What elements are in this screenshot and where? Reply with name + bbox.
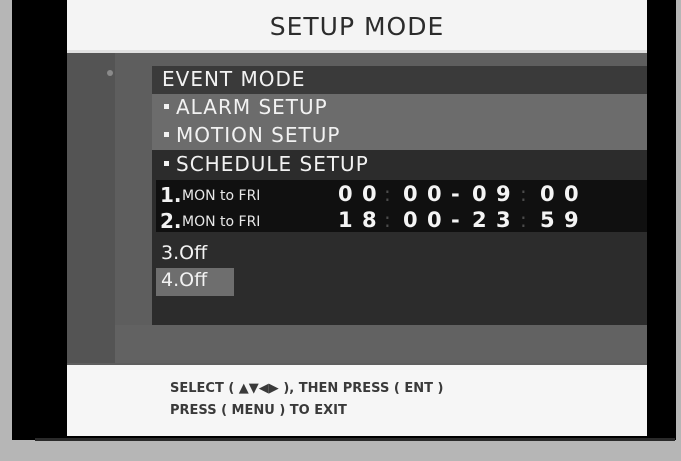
time-colon: : <box>520 208 527 232</box>
left-strip <box>67 53 115 363</box>
end-minute-digit[interactable]: 0 <box>540 182 555 206</box>
schedule-number: 2. <box>160 209 182 233</box>
bullet-icon <box>164 161 169 166</box>
end-hour-digit[interactable]: 9 <box>496 182 511 206</box>
title-bar: SETUP MODE <box>67 0 647 53</box>
menu-item-motion-setup[interactable]: MOTION SETUP <box>164 123 340 147</box>
start-minute-digit[interactable]: 0 <box>427 182 442 206</box>
menu-item-label: EVENT MODE <box>162 67 306 91</box>
start-hour-digit[interactable]: 0 <box>338 182 353 206</box>
end-hour-digit[interactable]: 0 <box>472 182 487 206</box>
schedule-number: 1. <box>160 183 182 207</box>
schedule-row-1[interactable]: 1. MON to FRI 0 0 : 0 0 - 0 9 : 0 0 <box>160 182 645 209</box>
time-colon: : <box>520 182 527 206</box>
monitor-frame: SETUP MODE EVENT MODE ALARM SETUP MOTION… <box>0 0 681 461</box>
bottom-panel <box>115 325 647 363</box>
start-hour-digit[interactable]: 0 <box>362 182 377 206</box>
help-text-select: SELECT ( ▲▼◀▶ ), THEN PRESS ( ENT ) <box>170 381 444 396</box>
start-minute-digit[interactable]: 0 <box>403 182 418 206</box>
end-hour-digit[interactable]: 3 <box>496 208 511 232</box>
page-title: SETUP MODE <box>269 12 445 41</box>
schedule-row-2[interactable]: 2. MON to FRI 1 8 : 0 0 - 2 3 : 5 9 <box>160 208 645 235</box>
start-minute-digit[interactable]: 0 <box>403 208 418 232</box>
start-hour-digit[interactable]: 1 <box>338 208 353 232</box>
schedule-days[interactable]: MON to FRI <box>182 214 260 230</box>
bullet-icon <box>164 132 169 137</box>
time-colon: : <box>384 208 391 232</box>
menu-item-label: SCHEDULE SETUP <box>176 152 369 176</box>
time-colon: : <box>384 182 391 206</box>
menu-item-label: ALARM SETUP <box>176 95 328 119</box>
schedule-row-3[interactable]: 3.Off <box>161 242 207 264</box>
osd-screen: SETUP MODE EVENT MODE ALARM SETUP MOTION… <box>12 0 676 440</box>
schedule-row-4[interactable]: 4.Off <box>161 269 207 291</box>
end-minute-digit[interactable]: 9 <box>564 208 579 232</box>
start-minute-digit[interactable]: 0 <box>427 208 442 232</box>
bullet-icon <box>164 104 169 109</box>
time-range-dash: - <box>451 208 460 232</box>
selection-dot-icon <box>107 70 113 76</box>
help-bar: SELECT ( ▲▼◀▶ ), THEN PRESS ( ENT ) PRES… <box>67 365 647 436</box>
menu-item-schedule-setup[interactable]: SCHEDULE SETUP <box>164 152 369 176</box>
start-hour-digit[interactable]: 8 <box>362 208 377 232</box>
menu-item-alarm-setup[interactable]: ALARM SETUP <box>164 95 328 119</box>
end-minute-digit[interactable]: 0 <box>564 182 579 206</box>
monitor-base-line <box>35 438 675 441</box>
schedule-days[interactable]: MON to FRI <box>182 188 260 204</box>
end-minute-digit[interactable]: 5 <box>540 208 555 232</box>
menu-item-label: MOTION SETUP <box>176 123 341 147</box>
help-text-exit: PRESS ( MENU ) TO EXIT <box>170 403 347 418</box>
schedule-panel <box>152 150 647 325</box>
osd-panel: SETUP MODE EVENT MODE ALARM SETUP MOTION… <box>67 0 647 436</box>
end-hour-digit[interactable]: 2 <box>472 208 487 232</box>
menu-item-event-mode[interactable]: EVENT MODE <box>162 67 306 91</box>
time-range-dash: - <box>451 182 460 206</box>
